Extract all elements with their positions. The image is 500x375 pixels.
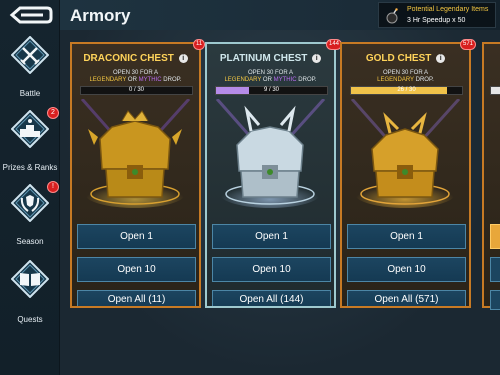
desc-mythic: MYTHIC xyxy=(138,77,162,83)
draconic-chest-card: DRACONIC CHEST i OPEN 30 FOR A LEGENDARY… xyxy=(70,42,201,308)
card-description: OPEN 30 FOR A LEGENDARY OR MYTHIC DROP. xyxy=(72,70,199,84)
potential-legendary-items-panel[interactable]: Potential Legendary Items 3 Hr Speedup x… xyxy=(378,2,496,28)
header-bar: Armory Potential Legendary Items 3 Hr Sp… xyxy=(60,0,500,30)
desc-mythic: MYTHIC xyxy=(273,77,297,83)
partial-open-button[interactable] xyxy=(490,257,500,282)
progress-text: 26 / 30 xyxy=(397,87,416,93)
laurel-crest-icon xyxy=(10,183,50,223)
progress-text: 9 / 30 xyxy=(263,87,279,93)
card-title: GOLD CHEST i xyxy=(342,53,469,64)
gold-chest-card: GOLD CHEST i OPEN 30 FOR A LEGENDARY DRO… xyxy=(340,42,471,308)
card-title: PLATINUM CHEST i xyxy=(207,53,334,64)
partial-open-button[interactable] xyxy=(490,224,500,249)
open-all-button[interactable]: Open All (144) xyxy=(212,290,331,306)
open-1-button[interactable]: Open 1 xyxy=(212,224,331,249)
back-button[interactable] xyxy=(0,0,60,30)
open-book-icon xyxy=(10,259,50,299)
desc-line1: OPEN 30 FOR A xyxy=(112,70,158,76)
sidebar-item-quests[interactable]: Quests xyxy=(0,258,60,328)
chest-progress-bar: 0 / 30 xyxy=(80,86,193,95)
sidebar-item-label: Prizes & Ranks xyxy=(2,163,58,172)
info-icon[interactable]: i xyxy=(178,54,188,63)
desc-legendary: LEGENDARY xyxy=(89,77,127,83)
sidebar: Battle 2 Prizes & Ranks ! Season Quests xyxy=(0,0,60,375)
desc-line2: LEGENDARY OR MYTHIC DROP. xyxy=(207,77,334,84)
partial-open-button[interactable] xyxy=(490,290,500,310)
back-arrow-icon xyxy=(9,6,53,24)
card-title-text: DRACONIC CHEST xyxy=(83,53,174,64)
legendary-items-title: Potential Legendary Items xyxy=(407,6,489,13)
desc-line1: OPEN 30 FOR A xyxy=(382,70,428,76)
next-chest-card-partial[interactable] xyxy=(482,42,500,310)
sidebar-item-prizes-ranks[interactable]: 2 Prizes & Ranks xyxy=(0,107,60,178)
open-10-button[interactable]: Open 10 xyxy=(347,257,466,282)
card-description: OPEN 30 FOR A LEGENDARY DROP. xyxy=(342,70,469,84)
crossed-swords-icon xyxy=(10,35,50,75)
platinum-chest-card: PLATINUM CHEST i OPEN 30 FOR A LEGENDARY… xyxy=(205,42,336,308)
desc-line2: LEGENDARY DROP. xyxy=(342,77,469,84)
desc-drop: DROP. xyxy=(296,77,317,83)
chest-progress-bar: 9 / 30 xyxy=(215,86,328,95)
prizes-notification-badge: 2 xyxy=(47,107,59,119)
desc-line1: OPEN 30 FOR A xyxy=(247,70,293,76)
podium-icon xyxy=(10,109,50,149)
sidebar-item-season[interactable]: ! Season xyxy=(0,181,60,252)
open-1-button[interactable]: Open 1 xyxy=(347,224,466,249)
legendary-items-subtitle: 3 Hr Speedup x 50 xyxy=(407,17,466,24)
card-description: OPEN 30 FOR A LEGENDARY OR MYTHIC DROP. xyxy=(207,70,334,84)
card-title-text: PLATINUM CHEST xyxy=(219,53,308,64)
gold-chest-image xyxy=(342,97,469,219)
desc-legendary: LEGENDARY xyxy=(224,77,262,83)
platinum-chest-image xyxy=(207,97,334,219)
open-10-button[interactable]: Open 10 xyxy=(212,257,331,282)
open-10-button[interactable]: Open 10 xyxy=(77,257,196,282)
armory-main: DRACONIC CHEST i OPEN 30 FOR A LEGENDARY… xyxy=(60,30,500,375)
sidebar-item-label: Battle xyxy=(19,89,41,98)
desc-legendary: LEGENDARY xyxy=(377,77,414,83)
info-icon[interactable]: i xyxy=(436,54,446,63)
sidebar-item-label: Quests xyxy=(17,315,43,324)
sidebar-item-label: Season xyxy=(16,237,44,246)
card-title-text: GOLD CHEST xyxy=(365,53,432,64)
bomb-icon xyxy=(386,8,398,24)
chest-count-badge: 11 xyxy=(193,39,206,50)
card-title: DRACONIC CHEST i xyxy=(72,53,199,64)
desc-line2: LEGENDARY OR MYTHIC DROP. xyxy=(72,77,199,84)
season-notification-badge: ! xyxy=(47,181,59,193)
open-all-button[interactable]: Open All (11) xyxy=(77,290,196,306)
desc-or: OR xyxy=(261,77,274,83)
partial-progress-fill xyxy=(491,87,500,94)
desc-drop: DROP. xyxy=(161,77,182,83)
open-all-button[interactable]: Open All (571) xyxy=(347,290,466,306)
info-icon[interactable]: i xyxy=(312,54,322,63)
desc-or: OR xyxy=(126,77,139,83)
chest-count-badge: 571 xyxy=(460,39,477,50)
partial-progress-bar xyxy=(490,86,500,95)
chest-progress-bar: 26 / 30 xyxy=(350,86,463,95)
sidebar-item-battle[interactable]: Battle xyxy=(0,34,60,104)
draconic-chest-image xyxy=(72,97,199,219)
page-title: Armory xyxy=(70,6,131,25)
desc-drop: DROP. xyxy=(413,77,434,83)
open-1-button[interactable]: Open 1 xyxy=(77,224,196,249)
progress-text: 0 / 30 xyxy=(128,87,144,93)
